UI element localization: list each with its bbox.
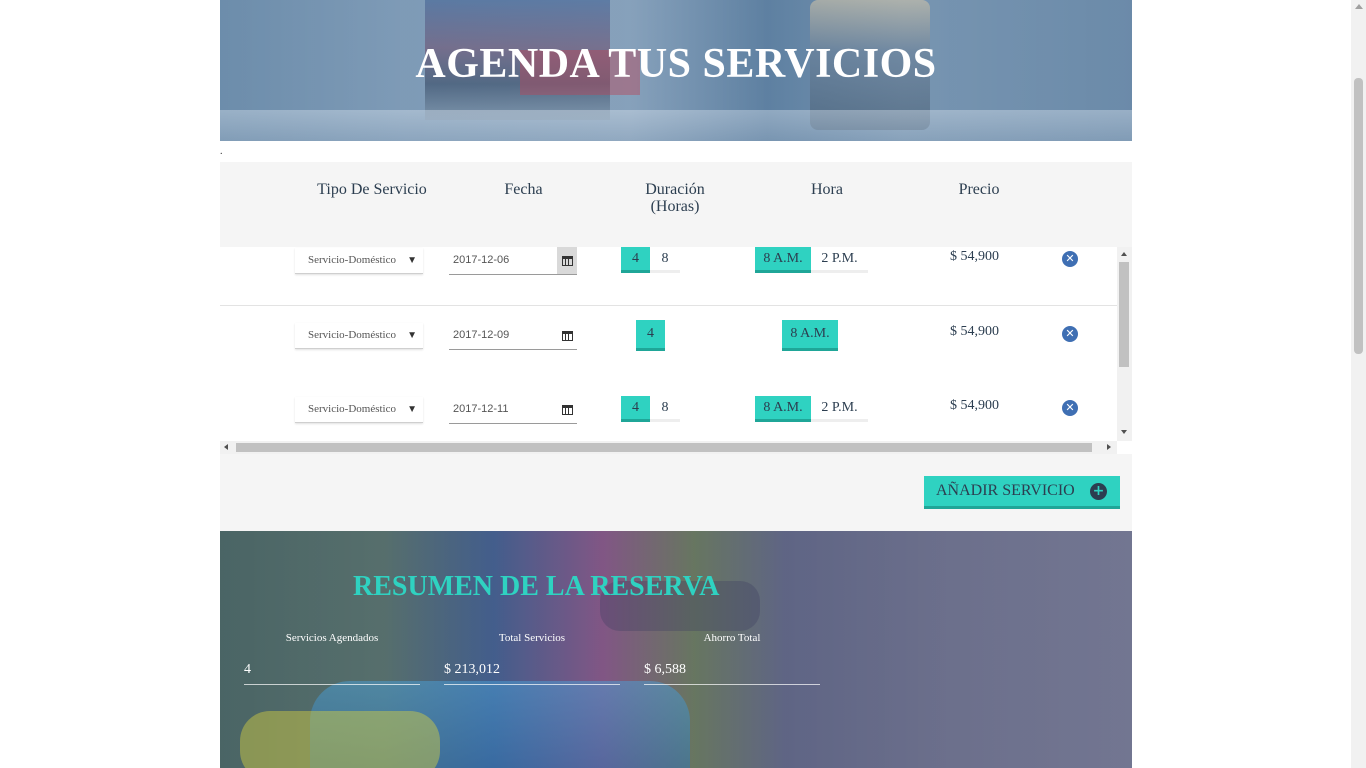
caret-down-icon: ▼ [407,330,417,341]
duration-option-selected[interactable]: 4 [621,247,650,273]
service-type-value: Servicio-Doméstico [308,329,396,341]
header-date: Fecha [504,181,543,198]
hour-option-selected[interactable]: 8 A.M. [755,247,811,273]
add-service-button[interactable]: AÑADIR SERVICIO + [924,476,1120,509]
calendar-button[interactable] [557,322,577,349]
calendar-button[interactable] [557,247,577,274]
header-hour: Hora [811,181,843,198]
calendar-icon [561,256,573,266]
header-service-type: Tipo De Servicio [317,181,427,198]
date-input[interactable]: 2017-12-11 [449,396,577,424]
stat-label-services: Servicios Agendados [285,632,379,644]
hour-option-selected[interactable]: 8 A.M. [782,320,838,351]
service-type-select[interactable]: Servicio-Doméstico ▼ [295,397,423,423]
booking-summary: RESUMEN DE LA RESERVA Servicios Agendado… [220,531,1132,768]
date-value: 2017-12-11 [453,403,509,415]
hour-option[interactable]: 2 P.M. [811,396,868,422]
row-price: $ 54,900 [950,398,999,413]
stat-value-total: $ 213,012 [444,662,500,677]
main-container: AGENDA TUS SERVICIOS . Tipo De Servicio … [220,0,1132,768]
table-row: Servicio-Doméstico ▼ 2017-12-09 4 8 A.M.… [220,320,1117,396]
remove-circle-icon[interactable]: ✕ [1062,326,1078,342]
table-body[interactable]: Servicio-Doméstico ▼ 2017-12-06 4 8 8 A.… [220,247,1132,454]
calendar-button[interactable] [557,396,577,423]
date-value: 2017-12-09 [453,329,510,341]
scroll-right-arrow[interactable] [1107,444,1111,450]
separator-dot: . [220,146,223,157]
duration-option-selected[interactable]: 4 [636,320,665,351]
date-input[interactable]: 2017-12-09 [449,322,577,350]
services-table-section: Tipo De Servicio Fecha Duración (Horas) … [220,162,1132,531]
calendar-icon [561,405,573,415]
service-type-select[interactable]: Servicio-Doméstico ▼ [295,323,423,349]
table-header: Tipo De Servicio Fecha Duración (Horas) … [220,162,1132,230]
plus-circle-icon: + [1090,483,1107,500]
row-price: $ 54,900 [950,324,999,339]
header-duration: Duración (Horas) [620,181,730,215]
hero-image-floor [220,110,1132,141]
calendar-icon [561,331,573,341]
scroll-down-arrow[interactable] [1121,430,1127,434]
table-hscroll-thumb[interactable] [236,443,1092,452]
header-duration-line2: (Horas) [650,198,700,215]
table-row: Servicio-Doméstico ▼ 2017-12-06 4 8 8 A.… [220,247,1117,321]
table-vscroll-thumb[interactable] [1119,262,1129,367]
hour-option-selected[interactable]: 8 A.M. [755,396,811,422]
caret-down-icon: ▼ [407,255,417,266]
hero-banner: AGENDA TUS SERVICIOS [220,0,1132,141]
header-duration-line1: Duración [645,181,705,198]
duration-option[interactable]: 8 [650,247,680,273]
page-title: AGENDA TUS SERVICIOS [415,41,937,87]
header-price: Precio [958,181,1000,198]
page-scrollbar-thumb[interactable] [1354,78,1363,354]
caret-down-icon: ▼ [407,404,417,415]
row-divider [220,305,1117,306]
stat-value-savings: $ 6,588 [644,662,686,677]
remove-circle-icon[interactable]: ✕ [1062,251,1078,267]
add-service-label: AÑADIR SERVICIO [936,482,1075,499]
scroll-left-arrow[interactable] [224,444,228,450]
hour-option[interactable]: 2 P.M. [811,247,868,273]
table-vertical-scrollbar[interactable] [1117,247,1132,441]
date-input[interactable]: 2017-12-06 [449,247,577,275]
stat-underline [244,684,420,685]
stat-underline [444,684,620,685]
stat-underline [644,684,820,685]
duration-option[interactable]: 8 [650,396,680,422]
duration-option-selected[interactable]: 4 [621,396,650,422]
stat-label-savings: Ahorro Total [703,632,761,644]
service-type-value: Servicio-Doméstico [308,254,396,266]
table-horizontal-scrollbar[interactable] [220,441,1117,454]
scroll-up-arrow[interactable] [1355,4,1363,9]
stat-label-total: Total Servicios [498,632,566,644]
service-type-select[interactable]: Servicio-Doméstico ▼ [295,248,423,274]
scroll-up-arrow[interactable] [1121,252,1127,256]
stat-value-services: 4 [244,662,251,677]
remove-circle-icon[interactable]: ✕ [1062,400,1078,416]
summary-image-glove [240,711,440,768]
page-scrollbar[interactable] [1351,0,1366,768]
service-type-value: Servicio-Doméstico [308,403,396,415]
summary-title: RESUMEN DE LA RESERVA [353,571,720,602]
date-value: 2017-12-06 [453,254,510,266]
row-price: $ 54,900 [950,249,999,264]
